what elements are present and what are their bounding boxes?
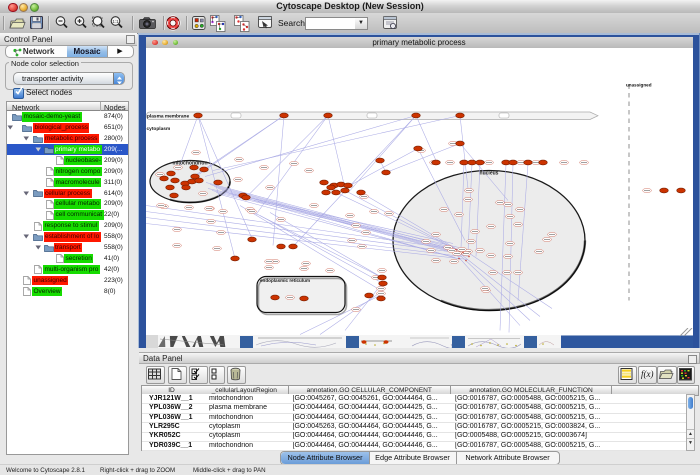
svg-text:unassigned: unassigned [626,82,652,87]
svg-text:plasma membrane: plasma membrane [147,113,189,119]
svg-text:mitochondrion: mitochondrion [173,160,208,166]
svg-text:cytoplasm: cytoplasm [147,126,171,132]
svg-text:1:1: 1:1 [112,19,119,24]
svg-text:f(x): f(x) [641,369,654,379]
svg-text:endoplasmic reticulum: endoplasmic reticulum [260,278,310,283]
svg-text:nucleus: nucleus [480,170,499,176]
